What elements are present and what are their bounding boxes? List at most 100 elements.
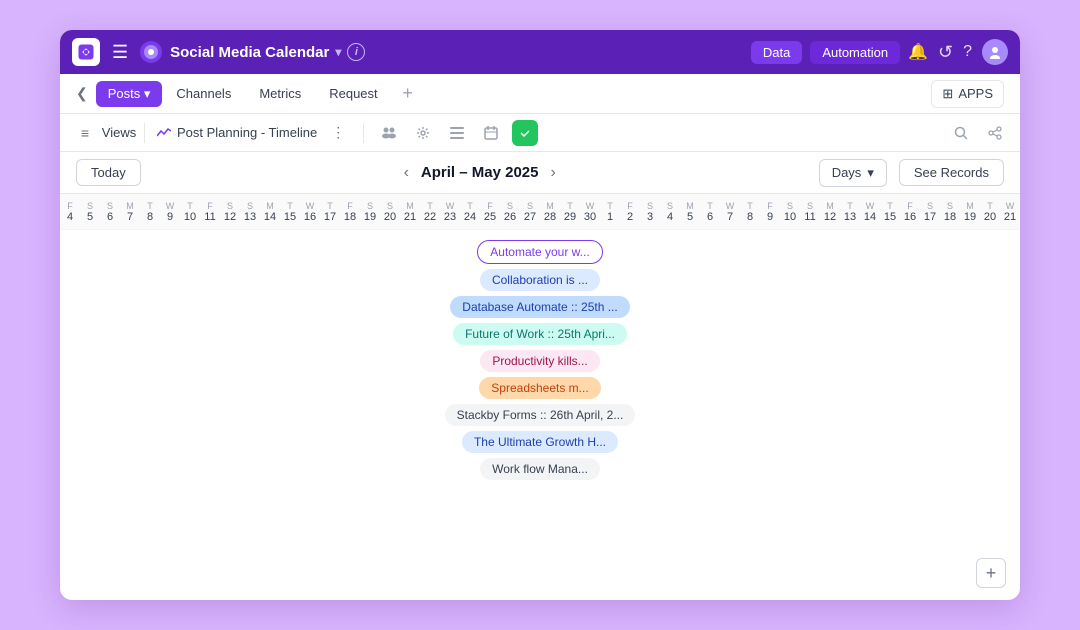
date-col[interactable]: M14 [260,201,280,223]
date-col[interactable]: S26 [500,201,520,223]
date-col[interactable]: W23 [440,201,460,223]
event-chip[interactable]: Stackby Forms :: 26th April, 2... [445,404,636,426]
date-col[interactable]: S27 [520,201,540,223]
view-name: Post Planning - Timeline [177,125,317,140]
date-col[interactable]: W16 [300,201,320,223]
tab-posts[interactable]: Posts ▾ [96,81,163,107]
date-col[interactable]: F9 [760,201,780,223]
automation-tab[interactable]: Automation [810,41,900,64]
apps-button[interactable]: ⊞ APPS [931,80,1004,108]
date-col[interactable]: F18 [340,201,360,223]
settings-icon[interactable] [410,120,436,146]
date-col[interactable]: M12 [820,201,840,223]
date-col[interactable]: T10 [180,201,200,223]
date-col[interactable]: T15 [280,201,300,223]
date-col[interactable]: W30 [580,201,600,223]
date-col[interactable]: T8 [140,201,160,223]
date-col[interactable]: S13 [240,201,260,223]
event-chip[interactable]: Collaboration is ... [480,269,600,291]
event-chip[interactable]: The Ultimate Growth H... [462,431,618,453]
date-col[interactable]: T6 [700,201,720,223]
views-label[interactable]: Views [106,120,132,146]
date-col[interactable]: M7 [120,201,140,223]
bell-icon[interactable]: 🔔 [908,42,928,62]
date-col[interactable]: S19 [360,201,380,223]
event-chip[interactable]: Spreadsheets m... [479,377,600,399]
date-col[interactable]: T22 [420,201,440,223]
share-icon[interactable] [982,120,1008,146]
help-icon[interactable]: ? [963,43,972,61]
active-view-icon[interactable] [512,120,538,146]
date-col[interactable]: T20 [980,201,1000,223]
list-icon[interactable] [444,120,470,146]
date-col[interactable]: T17 [320,201,340,223]
event-chip[interactable]: Database Automate :: 25th ... [450,296,629,318]
calendar-nav: Today ‹ April – May 2025 › Days ▾ See Re… [60,152,1020,194]
tab-metrics[interactable]: Metrics [245,78,315,109]
menu-icon[interactable]: ≡ [72,120,98,146]
next-month-button[interactable]: › [550,164,555,182]
date-col[interactable]: S5 [80,201,100,223]
date-col[interactable]: T1 [600,201,620,223]
date-col[interactable]: F4 [60,201,80,223]
date-col[interactable]: S12 [220,201,240,223]
event-chip[interactable]: Automate your w... [477,240,602,264]
date-col[interactable]: T13 [840,201,860,223]
date-header-row: F4S5S6M7T8W9T10F11S12S13M14T15W16T17F18S… [60,194,1020,230]
date-col[interactable]: S20 [380,201,400,223]
date-col[interactable]: W9 [160,201,180,223]
calendar-icon[interactable] [478,120,504,146]
app-logo[interactable] [72,38,100,66]
view-selector[interactable]: Post Planning - Timeline [157,125,317,140]
date-col[interactable]: S4 [660,201,680,223]
date-col[interactable]: S3 [640,201,660,223]
date-col[interactable]: T29 [560,201,580,223]
avatar[interactable] [982,39,1008,65]
date-col[interactable]: T15 [880,201,900,223]
see-records-button[interactable]: See Records [899,159,1004,186]
apps-icon: ⊞ [942,86,953,102]
prev-month-button[interactable]: ‹ [404,164,409,182]
date-col[interactable]: F2 [620,201,640,223]
current-month-label: April – May 2025 [421,164,539,181]
today-button[interactable]: Today [76,159,141,186]
date-col[interactable]: F16 [900,201,920,223]
collapse-icon[interactable]: ❮ [76,85,88,102]
hamburger-icon[interactable]: ☰ [108,38,132,67]
tab-request[interactable]: Request [315,78,391,109]
title-chevron-icon[interactable]: ▾ [335,45,341,59]
more-options-icon[interactable]: ⋮ [325,120,351,146]
info-icon[interactable]: i [347,43,365,61]
search-icon[interactable] [948,120,974,146]
events-column: Automate your w... Collaboration is ... Da… [60,240,1020,480]
page-title: Social Media Calendar ▾ i [170,43,743,61]
date-col[interactable]: T24 [460,201,480,223]
date-col[interactable]: W21 [1000,201,1020,223]
tab-channels[interactable]: Channels [162,78,245,109]
date-col[interactable]: M19 [960,201,980,223]
top-nav: ☰ Social Media Calendar ▾ i Data Automat… [60,30,1020,74]
date-col[interactable]: F11 [200,201,220,223]
date-col[interactable]: S6 [100,201,120,223]
date-col[interactable]: W14 [860,201,880,223]
days-select[interactable]: Days ▾ [819,159,887,187]
date-col[interactable]: W7 [720,201,740,223]
add-record-button[interactable]: + [976,558,1006,588]
workspace-icon [140,41,162,63]
undo-icon[interactable]: ↺ [938,42,953,63]
data-tab[interactable]: Data [751,41,802,64]
date-col[interactable]: M28 [540,201,560,223]
date-col[interactable]: F25 [480,201,500,223]
date-col[interactable]: S11 [800,201,820,223]
date-col[interactable]: M5 [680,201,700,223]
date-col[interactable]: S10 [780,201,800,223]
date-col[interactable]: T8 [740,201,760,223]
date-col[interactable]: S18 [940,201,960,223]
event-chip[interactable]: Work flow Mana... [480,458,600,480]
event-chip[interactable]: Future of Work :: 25th Apri... [453,323,627,345]
event-chip[interactable]: Productivity kills... [480,350,599,372]
date-col[interactable]: S17 [920,201,940,223]
people-icon[interactable] [376,120,402,146]
date-col[interactable]: M21 [400,201,420,223]
add-tab-button[interactable]: + [396,82,420,106]
